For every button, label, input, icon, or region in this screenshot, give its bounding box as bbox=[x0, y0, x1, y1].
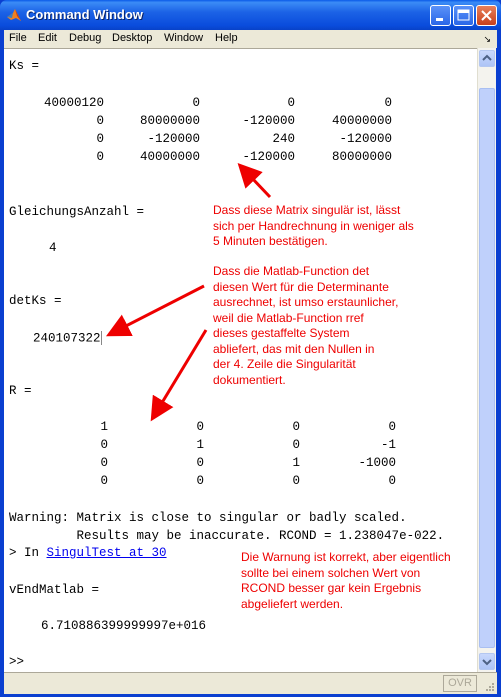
status-bar: OVR bbox=[4, 672, 497, 694]
command-window: Command Window File Edit Debug Desktop W… bbox=[0, 0, 501, 697]
scroll-up-button[interactable] bbox=[479, 50, 495, 67]
arrow-to-ks-matrix bbox=[237, 162, 272, 199]
scroll-thumb[interactable] bbox=[479, 88, 495, 648]
chevron-up-icon bbox=[482, 54, 492, 61]
resize-grip-icon[interactable] bbox=[485, 682, 495, 692]
vertical-scrollbar[interactable] bbox=[477, 48, 496, 672]
arrow-to-detks bbox=[105, 284, 205, 337]
arrow-to-r-matrix bbox=[150, 329, 208, 422]
chevron-down-icon bbox=[482, 659, 492, 666]
ovr-indicator: OVR bbox=[443, 675, 477, 692]
annotation-arrows bbox=[105, 162, 272, 422]
scroll-down-button[interactable] bbox=[479, 653, 495, 670]
